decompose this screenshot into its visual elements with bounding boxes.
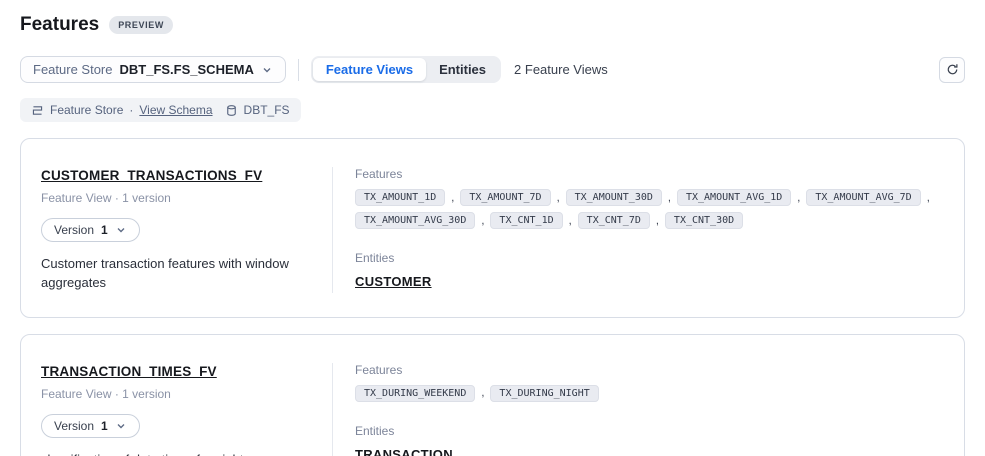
chevron-down-icon bbox=[115, 420, 127, 432]
breadcrumb-separator: · bbox=[129, 103, 133, 117]
feature-store-dropdown[interactable]: Feature Store DBT_FS.FS_SCHEMA bbox=[20, 56, 286, 83]
version-dropdown[interactable]: Version 1 bbox=[41, 414, 140, 438]
preview-badge: PREVIEW bbox=[109, 16, 173, 34]
view-schema-link[interactable]: View Schema bbox=[139, 103, 212, 117]
entities-section: Entities TRANSACTION bbox=[355, 424, 944, 456]
feature-view-card: CUSTOMER_TRANSACTIONS_FV Feature View · … bbox=[20, 138, 965, 318]
chip-comma: , bbox=[797, 192, 800, 204]
entities-section-label: Entities bbox=[355, 424, 944, 438]
feature-chip: TX_AMOUNT_AVG_1D bbox=[677, 189, 791, 206]
features-section-label: Features bbox=[355, 167, 944, 181]
feature-view-subtitle: Feature View · 1 version bbox=[41, 387, 310, 401]
feature-chip: TX_DURING_NIGHT bbox=[490, 385, 598, 402]
feature-chip-list: TX_DURING_WEEKEND, TX_DURING_NIGHT bbox=[355, 385, 944, 402]
chip-comma: , bbox=[451, 192, 454, 204]
feature-view-list: CUSTOMER_TRANSACTIONS_FV Feature View · … bbox=[20, 138, 965, 456]
version-value: 1 bbox=[101, 223, 108, 237]
breadcrumb: Feature Store · View Schema DBT_FS bbox=[20, 98, 301, 122]
feature-store-dropdown-value: DBT_FS.FS_SCHEMA bbox=[120, 62, 254, 77]
toolbar-divider bbox=[298, 59, 299, 81]
feature-chip-list: TX_AMOUNT_1D, TX_AMOUNT_7D, TX_AMOUNT_30D,… bbox=[355, 189, 944, 229]
toolbar: Feature Store DBT_FS.FS_SCHEMA Feature V… bbox=[20, 56, 965, 83]
chip-comma: , bbox=[481, 387, 484, 399]
schema-icon bbox=[31, 104, 44, 117]
refresh-icon bbox=[946, 63, 959, 76]
tab-entities[interactable]: Entities bbox=[426, 58, 499, 81]
feature-chip: TX_AMOUNT_AVG_30D bbox=[355, 212, 475, 229]
feature-store-dropdown-label: Feature Store bbox=[33, 62, 113, 77]
view-switcher: Feature Views Entities bbox=[311, 56, 501, 83]
card-summary: TRANSACTION_TIMES_FV Feature View · 1 ve… bbox=[41, 363, 333, 456]
entities-section: Entities CUSTOMER bbox=[355, 251, 944, 291]
version-value: 1 bbox=[101, 419, 108, 433]
page-title: Features bbox=[20, 14, 99, 36]
database-icon bbox=[225, 104, 238, 117]
entity-link[interactable]: TRANSACTION bbox=[355, 447, 453, 456]
chip-comma: , bbox=[656, 215, 659, 227]
feature-chip: TX_AMOUNT_30D bbox=[566, 189, 662, 206]
version-label: Version bbox=[54, 419, 94, 433]
features-page: Features PREVIEW Feature Store DBT_FS.FS… bbox=[0, 0, 985, 456]
feature-chip: TX_DURING_WEEKEND bbox=[355, 385, 475, 402]
chevron-down-icon bbox=[115, 224, 127, 236]
chip-comma: , bbox=[668, 192, 671, 204]
chip-comma: , bbox=[557, 192, 560, 204]
breadcrumb-database-name: DBT_FS bbox=[244, 103, 290, 117]
page-header: Features PREVIEW bbox=[20, 14, 965, 36]
refresh-button[interactable] bbox=[939, 57, 965, 83]
entity-link-list: CUSTOMER bbox=[355, 265, 944, 291]
card-summary: CUSTOMER_TRANSACTIONS_FV Feature View · … bbox=[41, 167, 333, 293]
feature-view-subtitle: Feature View · 1 version bbox=[41, 191, 310, 205]
feature-view-description: classification of date times for nights … bbox=[41, 451, 310, 456]
chip-comma: , bbox=[569, 215, 572, 227]
feature-chip: TX_CNT_1D bbox=[490, 212, 562, 229]
feature-view-description: Customer transaction features with windo… bbox=[41, 255, 310, 293]
entity-link-list: TRANSACTION bbox=[355, 438, 944, 456]
feature-views-count: 2 Feature Views bbox=[514, 62, 608, 77]
feature-chip: TX_CNT_7D bbox=[578, 212, 650, 229]
version-dropdown[interactable]: Version 1 bbox=[41, 218, 140, 242]
tab-feature-views[interactable]: Feature Views bbox=[313, 58, 426, 81]
feature-chip: TX_AMOUNT_AVG_7D bbox=[806, 189, 920, 206]
entities-section-label: Entities bbox=[355, 251, 944, 265]
breadcrumb-store-label: Feature Store bbox=[50, 103, 123, 117]
feature-view-card: TRANSACTION_TIMES_FV Feature View · 1 ve… bbox=[20, 334, 965, 456]
version-label: Version bbox=[54, 223, 94, 237]
feature-view-title-link[interactable]: CUSTOMER_TRANSACTIONS_FV bbox=[41, 168, 262, 183]
chip-comma: , bbox=[927, 192, 930, 204]
features-section-label: Features bbox=[355, 363, 944, 377]
card-details: Features TX_DURING_WEEKEND, TX_DURING_NIG… bbox=[333, 363, 944, 456]
chip-comma: , bbox=[481, 215, 484, 227]
feature-view-title-link[interactable]: TRANSACTION_TIMES_FV bbox=[41, 364, 217, 379]
feature-chip: TX_AMOUNT_1D bbox=[355, 189, 445, 206]
entity-link[interactable]: CUSTOMER bbox=[355, 274, 432, 289]
feature-chip: TX_CNT_30D bbox=[665, 212, 743, 229]
feature-chip: TX_AMOUNT_7D bbox=[460, 189, 550, 206]
card-details: Features TX_AMOUNT_1D,TX_AMOUNT_7D,TX_AM… bbox=[333, 167, 944, 293]
chevron-down-icon bbox=[261, 64, 273, 76]
